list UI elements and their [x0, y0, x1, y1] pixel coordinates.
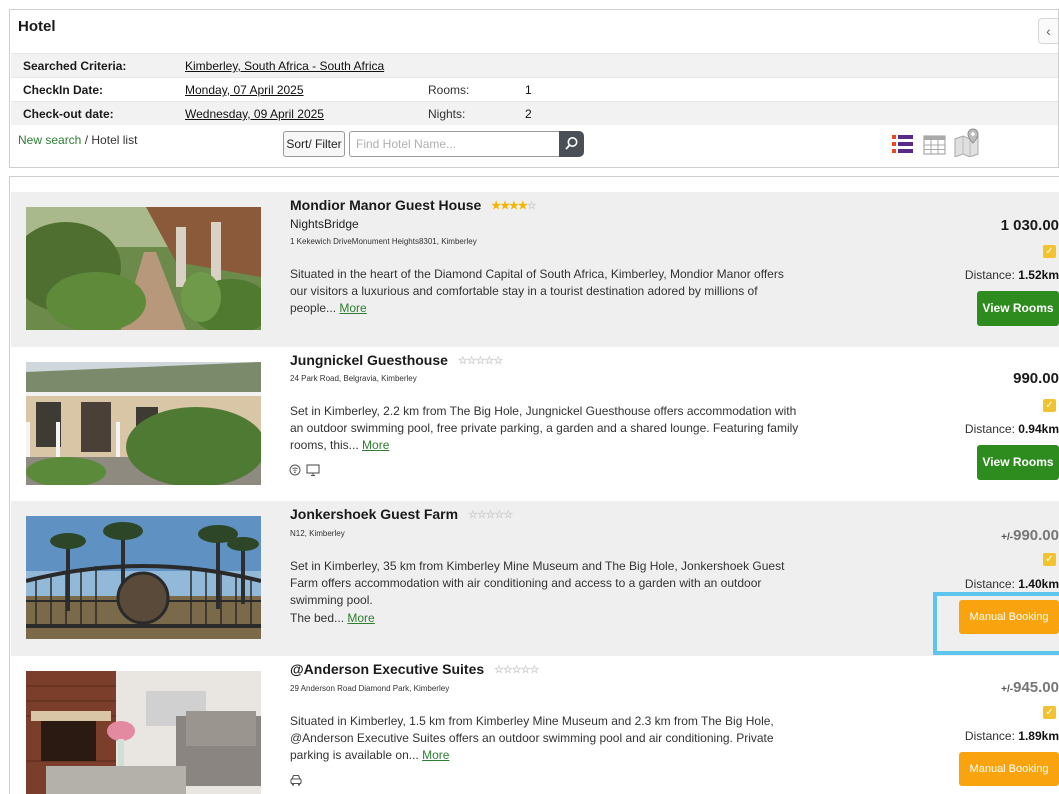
hotel-photo[interactable]: [26, 362, 261, 485]
hotel-description: Situated in the heart of the Diamond Cap…: [290, 267, 784, 315]
hotel-description: Situated in Kimberley, 1.5 km from Kimbe…: [290, 714, 774, 762]
map-view-icon[interactable]: [953, 127, 981, 157]
more-link[interactable]: More: [362, 438, 389, 452]
rooms-value: 1: [525, 83, 532, 97]
grid-view-icon[interactable]: [923, 133, 947, 157]
breadcrumb-separator: /: [84, 133, 89, 147]
criteria-row-checkin: CheckIn Date: Monday, 07 April 2025 Room…: [11, 77, 1058, 101]
criteria-row-checkout: Check-out date: Wednesday, 09 April 2025…: [11, 101, 1058, 125]
checkbox-icon[interactable]: ✓: [1043, 245, 1056, 258]
amenities: [289, 463, 325, 480]
tv-icon: [306, 464, 320, 477]
hotel-photo[interactable]: [26, 671, 261, 794]
star-rating: ☆☆☆☆☆: [494, 664, 539, 676]
star-rating: ★★★★☆: [491, 200, 536, 212]
more-link[interactable]: More: [422, 748, 449, 762]
checkbox-icon[interactable]: ✓: [1043, 553, 1056, 566]
hotel-price: +/-990.00: [1001, 527, 1059, 544]
manual-booking-button[interactable]: Manual Booking: [959, 600, 1059, 634]
hotel-price: +/-945.00: [1001, 679, 1059, 696]
searched-criteria-label: Searched Criteria:: [23, 59, 127, 73]
checkbox-icon[interactable]: ✓: [1043, 399, 1056, 412]
hotel-distance: Distance: 0.94km: [964, 422, 1059, 436]
amenities: [289, 773, 303, 790]
hotel-price: 990.00: [1013, 370, 1059, 387]
hotel-card: Jonkershoek Guest Farm ☆☆☆☆☆ N12, Kimber…: [11, 501, 1059, 656]
hotel-name[interactable]: @Anderson Executive Suites ☆☆☆☆☆: [290, 661, 539, 677]
more-link[interactable]: More: [347, 611, 374, 625]
hotel-address: 29 Anderson Road Diamond Park, Kimberley: [290, 684, 450, 693]
list-view-icon[interactable]: [891, 133, 915, 157]
hotel-photo[interactable]: [26, 516, 261, 639]
collapse-panel-button[interactable]: ‹: [1038, 18, 1058, 44]
hotel-address: N12, Kimberley: [290, 529, 345, 538]
hotel-distance: Distance: 1.89km: [964, 729, 1059, 743]
view-switcher: [891, 128, 981, 161]
hotel-name[interactable]: Jonkershoek Guest Farm ☆☆☆☆☆: [290, 506, 513, 522]
hotel-name[interactable]: Mondior Manor Guest House ★★★★☆: [290, 197, 537, 213]
nights-value: 2: [525, 107, 532, 121]
breadcrumb: New search / Hotel list: [18, 133, 137, 147]
hotel-supplier: NightsBridge: [290, 217, 359, 231]
hotel-photo[interactable]: [26, 207, 261, 330]
view-rooms-button[interactable]: View Rooms: [977, 445, 1059, 480]
hotel-card: Jungnickel Guesthouse ☆☆☆☆☆ 24 Park Road…: [11, 347, 1059, 502]
page-title: Hotel: [18, 18, 56, 35]
checkin-value[interactable]: Monday, 07 April 2025: [185, 83, 304, 97]
hotel-results-list: Mondior Manor Guest House ★★★★☆ NightsBr…: [9, 176, 1059, 794]
checkbox-icon[interactable]: ✓: [1043, 706, 1056, 719]
hotel-distance: Distance: 1.52km: [964, 268, 1059, 282]
search-button[interactable]: [559, 131, 584, 157]
view-rooms-button[interactable]: View Rooms: [977, 291, 1059, 326]
star-rating: ☆☆☆☆☆: [457, 355, 503, 367]
checkin-label: CheckIn Date:: [23, 83, 104, 97]
hotel-description: Set in Kimberley, 35 km from Kimberley M…: [290, 559, 785, 607]
hotel-price: 1 030.00: [1000, 217, 1059, 234]
nights-label: Nights:: [428, 107, 466, 121]
new-search-link[interactable]: New search: [18, 133, 81, 147]
hotel-description-continued: The bed... More: [290, 611, 375, 625]
sort-filter-button[interactable]: Sort/ Filter: [283, 131, 345, 157]
hotel-address: 1 Kekewich DriveMonument Heights8301, Ki…: [290, 237, 477, 246]
hotel-address: 24 Park Road, Belgravia, Kimberley: [290, 374, 417, 383]
hotel-distance: Distance: 1.40km: [964, 577, 1059, 591]
checkout-label: Check-out date:: [23, 107, 114, 121]
wifi-icon: [289, 464, 301, 476]
search-icon: [565, 137, 578, 150]
more-link[interactable]: More: [339, 301, 366, 315]
hotel-name-search-input[interactable]: [349, 131, 561, 157]
rooms-label: Rooms:: [428, 83, 470, 97]
hotel-list-crumb: Hotel list: [91, 133, 138, 147]
checkout-value[interactable]: Wednesday, 09 April 2025: [185, 107, 324, 121]
manual-booking-button[interactable]: Manual Booking: [959, 752, 1059, 786]
criteria-row-searched: Searched Criteria: Kimberley, South Afri…: [11, 53, 1058, 77]
criteria-table: Searched Criteria: Kimberley, South Afri…: [11, 53, 1058, 125]
hotel-description: Set in Kimberley, 2.2 km from The Big Ho…: [290, 404, 799, 452]
parking-icon: [290, 774, 302, 786]
hotel-card: @Anderson Executive Suites ☆☆☆☆☆ 29 Ande…: [11, 656, 1059, 794]
hotel-name[interactable]: Jungnickel Guesthouse ☆☆☆☆☆: [290, 352, 503, 368]
star-rating: ☆☆☆☆☆: [467, 509, 513, 521]
hotel-card: Mondior Manor Guest House ★★★★☆ NightsBr…: [11, 192, 1059, 347]
search-criteria-panel: Hotel ‹ Searched Criteria: Kimberley, So…: [9, 9, 1059, 168]
searched-criteria-value[interactable]: Kimberley, South Africa - South Africa: [185, 59, 384, 73]
